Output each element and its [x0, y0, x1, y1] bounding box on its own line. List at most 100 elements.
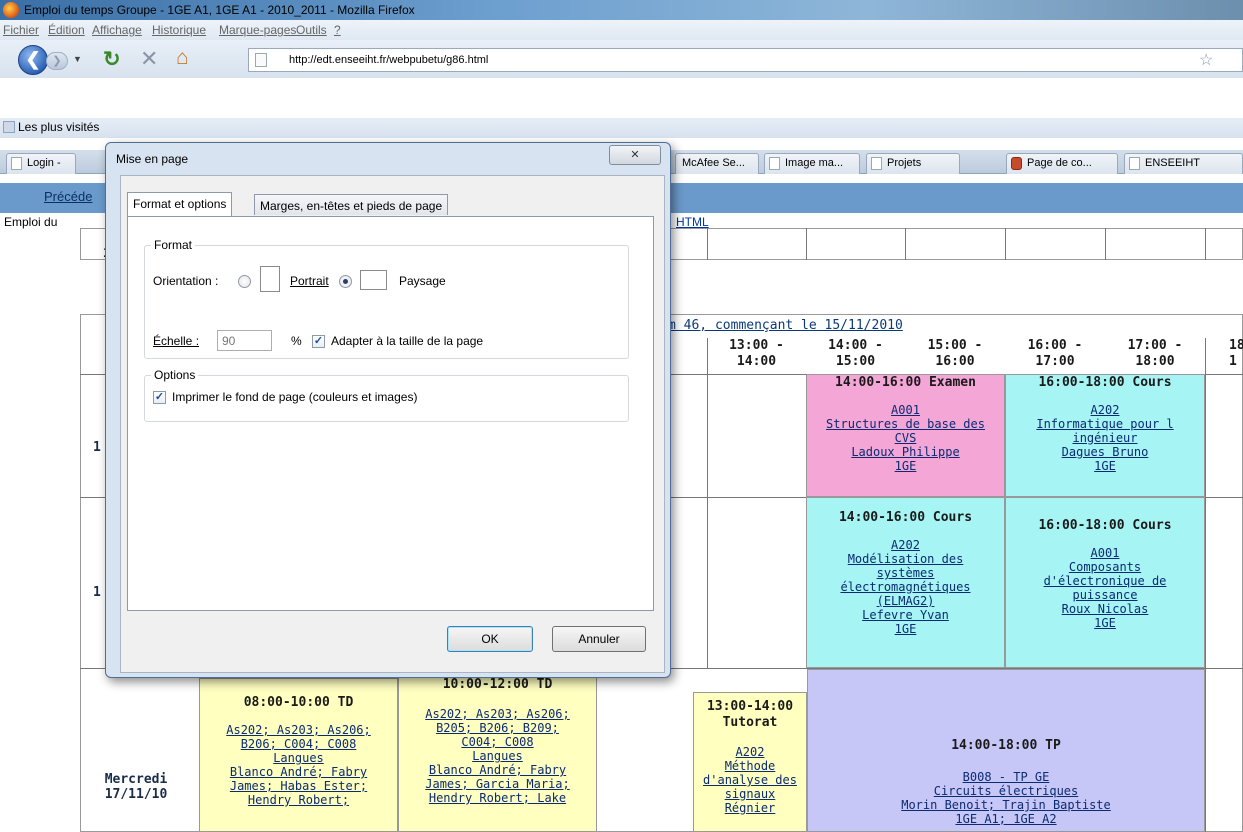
- event-cours[interactable]: 16:00-18:00 Cours A001 Composants d'élec…: [1005, 497, 1205, 668]
- event-teacher[interactable]: James; Garcia Maria;: [399, 777, 596, 791]
- event-group[interactable]: 1GE: [1006, 616, 1204, 630]
- event-course[interactable]: signaux: [694, 787, 806, 801]
- event-group[interactable]: 1GE A1; 1GE A2: [808, 812, 1204, 826]
- tab-login[interactable]: Login -: [6, 153, 76, 174]
- close-button[interactable]: ✕: [609, 145, 661, 165]
- tab-margins[interactable]: Marges, en-têtes et pieds de page: [254, 194, 449, 215]
- portrait-label[interactable]: Portrait: [290, 274, 329, 288]
- url-bar[interactable]: http://edt.enseeiht.fr/webpubetu/g86.htm…: [248, 48, 1243, 72]
- event-room[interactable]: A202: [1006, 403, 1204, 417]
- event-course[interactable]: Langues: [200, 751, 397, 765]
- reload-icon[interactable]: ↻: [103, 47, 121, 72]
- event-room[interactable]: B008 - TP GE: [808, 770, 1204, 784]
- menu-help[interactable]: ?: [334, 23, 341, 37]
- menu-outils[interactable]: Outils: [296, 23, 327, 37]
- fit-label[interactable]: Adapter à la taille de la page: [331, 334, 483, 348]
- event-course[interactable]: d'analyse des: [694, 773, 806, 787]
- tab-image[interactable]: Image ma...: [764, 153, 860, 174]
- event-course[interactable]: Modélisation des: [807, 552, 1004, 566]
- event-room[interactable]: A001: [1006, 546, 1204, 560]
- event-teacher[interactable]: Ladoux Philippe: [807, 445, 1004, 459]
- back-button[interactable]: ❮: [18, 45, 48, 75]
- header-line: 16:00: [935, 354, 975, 369]
- menu-affichage[interactable]: Affichage: [92, 23, 142, 37]
- tab-mcafee[interactable]: McAfee Se...: [675, 153, 759, 174]
- event-course[interactable]: (ELMAG2): [807, 594, 1004, 608]
- event-course[interactable]: électromagnétiques: [807, 580, 1004, 594]
- event-cours[interactable]: 16:00-18:00 Cours A202 Informatique pour…: [1005, 374, 1205, 497]
- event-room[interactable]: As202; As203; As206;: [200, 723, 397, 737]
- event-title: 10:00-12:00 TD: [442, 677, 553, 692]
- event-room[interactable]: B205; B206; B209;: [399, 721, 596, 735]
- event-teacher[interactable]: Roux Nicolas: [1006, 602, 1204, 616]
- forward-button[interactable]: ❯: [46, 52, 68, 70]
- event-room[interactable]: A202: [694, 745, 806, 759]
- day-partial-label: 1: [93, 440, 101, 455]
- event-course[interactable]: puissance: [1006, 588, 1204, 602]
- landscape-radio[interactable]: [339, 275, 352, 288]
- event-course[interactable]: systèmes: [807, 566, 1004, 580]
- stop-icon[interactable]: ✕: [140, 46, 158, 72]
- menu-historique[interactable]: Historique: [152, 23, 206, 37]
- tab-enseeiht[interactable]: ENSEEIHT: [1124, 153, 1243, 174]
- event-teacher[interactable]: Hendry Robert;: [200, 793, 397, 807]
- event-course[interactable]: d'électronique de: [1006, 574, 1204, 588]
- fit-checkbox[interactable]: ✓: [312, 335, 325, 348]
- event-course[interactable]: Langues: [399, 749, 596, 763]
- menu-marque-pages[interactable]: Marque-pages: [219, 23, 296, 37]
- event-group[interactable]: 1GE: [1006, 459, 1204, 473]
- print-background-checkbox[interactable]: ✓: [153, 391, 166, 404]
- week-label[interactable]: m 46, commençant le 15/11/2010: [668, 318, 903, 333]
- tab-page-de-co[interactable]: Page de co...: [1006, 153, 1118, 174]
- header-16h: 16:00 -17:00: [1005, 338, 1105, 374]
- bookmark-star-icon[interactable]: ☆: [1199, 50, 1213, 70]
- scale-input[interactable]: 90: [217, 330, 272, 351]
- event-room[interactable]: As202; As203; As206;: [399, 707, 596, 721]
- event-exam[interactable]: 14:00-16:00 Examen A001 Structures de ba…: [806, 374, 1005, 497]
- grid-divider: [1205, 228, 1206, 260]
- header-17h: 17:00 -18:00: [1105, 338, 1205, 374]
- event-course[interactable]: Composants: [1006, 560, 1204, 574]
- menu-edition[interactable]: Édition: [48, 23, 85, 37]
- cancel-button[interactable]: Annuler: [552, 626, 646, 652]
- event-tp[interactable]: 14:00-18:00 TP B008 - TP GE Circuits éle…: [807, 669, 1205, 832]
- event-teacher[interactable]: Morin Benoit; Trajin Baptiste: [808, 798, 1204, 812]
- event-room[interactable]: A202: [807, 538, 1004, 552]
- event-course[interactable]: ingénieur: [1006, 431, 1204, 445]
- event-room[interactable]: C004; C008: [399, 735, 596, 749]
- event-group[interactable]: 1GE: [807, 622, 1004, 636]
- tab-format-options[interactable]: Format et options: [127, 192, 233, 216]
- event-teacher[interactable]: Hendry Robert; Lake: [399, 791, 596, 805]
- event-course[interactable]: Informatique pour l: [1006, 417, 1204, 431]
- event-course[interactable]: CVS: [807, 431, 1004, 445]
- event-teacher[interactable]: Dagues Bruno: [1006, 445, 1204, 459]
- landscape-label[interactable]: Paysage: [399, 274, 446, 288]
- history-dropdown-icon[interactable]: ▼: [73, 54, 82, 64]
- event-group[interactable]: 1GE: [807, 459, 1004, 473]
- event-title: 08:00-10:00 TD: [243, 695, 354, 710]
- event-teacher[interactable]: Blanco André; Fabry: [399, 763, 596, 777]
- event-teacher[interactable]: Lefevre Yvan: [807, 608, 1004, 622]
- event-td[interactable]: 10:00-12:00 TD As202; As203; As206; B205…: [398, 670, 597, 832]
- day-partial-label: 1: [93, 585, 101, 600]
- menu-fichier[interactable]: Fichier: [3, 23, 39, 37]
- tab-projets[interactable]: Projets: [866, 153, 960, 174]
- event-course[interactable]: Méthode: [694, 759, 806, 773]
- event-td[interactable]: 08:00-10:00 TD As202; As203; As206; B206…: [199, 678, 398, 832]
- html-link[interactable]: HTML: [676, 215, 709, 229]
- event-room[interactable]: A001: [807, 403, 1004, 417]
- event-teacher[interactable]: James; Habas Ester;: [200, 779, 397, 793]
- event-teacher[interactable]: Blanco André; Fabry: [200, 765, 397, 779]
- event-teacher[interactable]: Régnier: [694, 801, 806, 815]
- most-visited-bookmark[interactable]: Les plus visités: [18, 120, 99, 134]
- event-course[interactable]: Circuits électriques: [808, 784, 1204, 798]
- previous-link[interactable]: Précéde: [44, 189, 92, 204]
- event-tutorat[interactable]: 13:00-14:00 Tutorat A202 Méthode d'analy…: [693, 692, 807, 832]
- portrait-radio[interactable]: [238, 275, 251, 288]
- print-background-label[interactable]: Imprimer le fond de page (couleurs et im…: [172, 390, 417, 404]
- event-room[interactable]: B206; C004; C008: [200, 737, 397, 751]
- event-cours[interactable]: 14:00-16:00 Cours A202 Modélisation des …: [806, 497, 1005, 668]
- ok-button[interactable]: OK: [447, 626, 533, 652]
- event-course[interactable]: Structures de base des: [807, 417, 1004, 431]
- home-icon[interactable]: ⌂: [176, 46, 189, 70]
